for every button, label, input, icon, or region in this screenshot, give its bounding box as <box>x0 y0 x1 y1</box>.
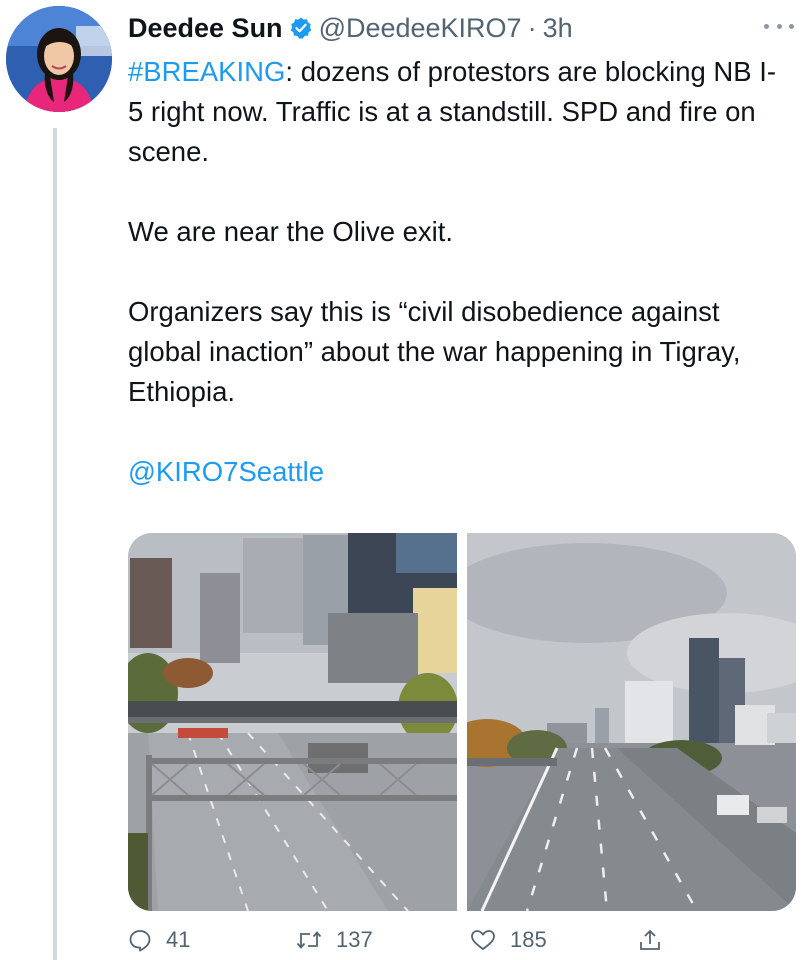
action-bar: 41 137 185 <box>128 922 688 958</box>
share-button[interactable] <box>638 928 676 952</box>
photo-left[interactable] <box>128 533 457 911</box>
reply-icon <box>129 930 151 952</box>
reply-count: 41 <box>166 927 191 952</box>
header-separator: · <box>527 12 537 43</box>
retweet-icon <box>296 931 322 949</box>
tweet-paragraph-3: Organizers say this is “civil disobedien… <box>128 296 741 407</box>
verified-badge-icon <box>289 16 313 40</box>
tweet-paragraph-2: We are near the Olive exit. <box>128 216 454 247</box>
like-count: 185 <box>510 927 547 952</box>
highway-photo-right <box>467 533 796 911</box>
avatar-photo <box>6 6 112 112</box>
avatar[interactable] <box>6 6 112 112</box>
tweet-header: Deedee Sun @DeedeeKIRO7 · 3h <box>128 10 573 46</box>
author-name[interactable]: Deedee Sun <box>128 13 283 44</box>
hashtag-link[interactable]: #BREAKING <box>128 56 285 87</box>
tweet-text: #BREAKING: dozens of protestors are bloc… <box>128 52 788 492</box>
like-button[interactable]: 185 <box>470 927 547 953</box>
retweet-count: 137 <box>336 927 373 952</box>
tweet-paragraph-1: #BREAKING: dozens of protestors are bloc… <box>128 52 788 172</box>
reply-button[interactable]: 41 <box>128 927 190 953</box>
tweet-timestamp[interactable]: 3h <box>543 13 573 44</box>
media-grid <box>128 533 796 911</box>
more-icon[interactable] <box>764 16 794 36</box>
thread-line <box>53 128 57 960</box>
photo-right[interactable] <box>467 533 796 911</box>
mention-link[interactable]: @KIRO7Seattle <box>128 456 324 487</box>
like-icon <box>471 930 495 950</box>
retweet-button[interactable]: 137 <box>296 927 373 953</box>
tweet-paragraph-4: @KIRO7Seattle <box>128 452 788 492</box>
highway-photo-left <box>128 533 457 911</box>
author-handle[interactable]: @DeedeeKIRO7 <box>319 13 522 44</box>
share-icon <box>640 929 660 950</box>
